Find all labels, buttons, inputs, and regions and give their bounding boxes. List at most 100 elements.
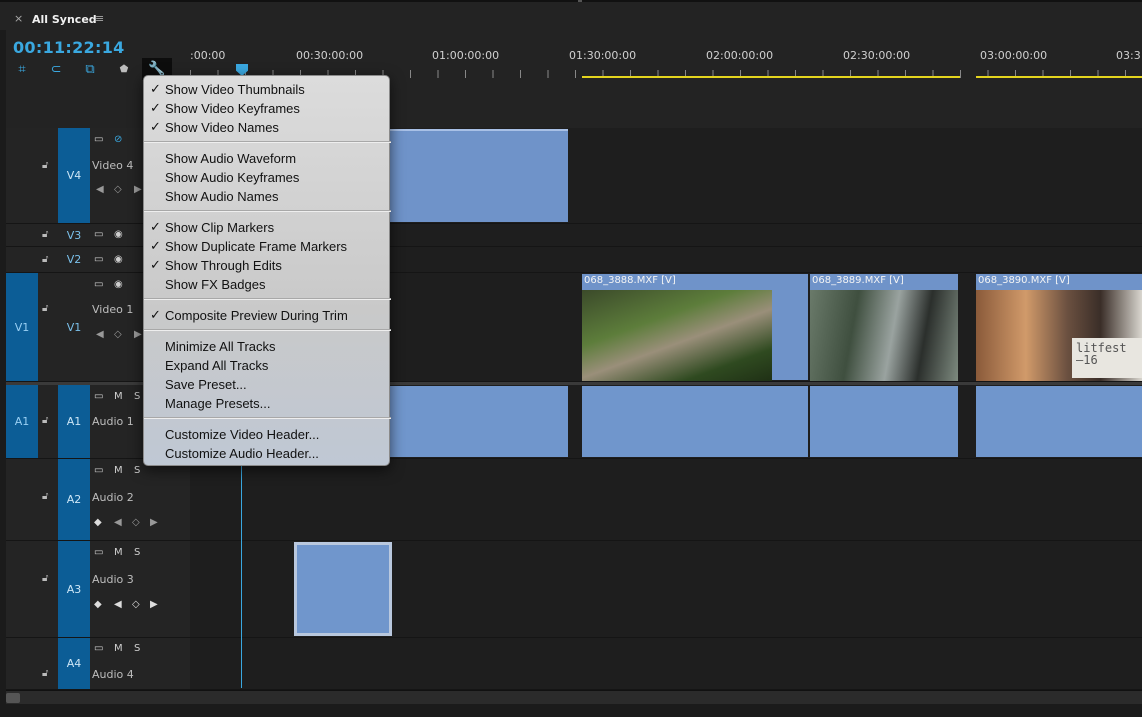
eye-icon[interactable]: ◉ [114, 229, 123, 240]
add-keyframe-icon[interactable]: ◇ [114, 329, 122, 340]
keyframe-toggle-icon[interactable]: ◆ [94, 517, 102, 528]
track-target-v4[interactable]: V4 [58, 128, 90, 223]
menu-item-show-audio-waveform[interactable]: Show Audio Waveform [144, 149, 391, 168]
lock-icon[interactable]: 🔓︎ [42, 303, 48, 314]
track-name: Video 4 [92, 159, 134, 172]
horizontal-scrollbar[interactable] [6, 690, 1142, 704]
playhead-timecode[interactable]: 00:11:22:14 [13, 38, 125, 57]
solo-button[interactable]: S [134, 547, 140, 558]
track-target-a3[interactable]: A3 [58, 541, 90, 637]
menu-item-show-video-thumbnails[interactable]: ✓ Show Video Thumbnails [144, 80, 391, 99]
menu-item-show-audio-keyframes[interactable]: Show Audio Keyframes [144, 168, 391, 187]
lock-icon[interactable]: 🔓︎ [42, 160, 48, 171]
mute-button[interactable]: M [114, 547, 123, 558]
add-keyframe-icon[interactable]: ◇ [132, 517, 140, 528]
track-lane-a3[interactable] [190, 541, 1142, 638]
clip[interactable]: 068_3889.MXF [V] [810, 274, 958, 381]
lock-icon[interactable]: 🔓︎ [42, 254, 48, 265]
linked-selection-icon[interactable]: ⧉ [82, 62, 98, 78]
add-marker-icon[interactable]: ⬟ [116, 62, 132, 78]
thumbnail-sign-text: litfest —16 [1072, 338, 1142, 378]
menu-item-show-audio-names[interactable]: Show Audio Names [144, 187, 391, 206]
eye-off-icon[interactable]: ⊘ [114, 134, 122, 145]
sync-lock-icon[interactable]: ▭ [94, 547, 103, 558]
sync-lock-icon[interactable]: ▭ [94, 391, 103, 402]
prev-keyframe-icon[interactable]: ◀ [114, 517, 122, 528]
scrollbar-thumb[interactable] [6, 693, 20, 703]
sync-lock-icon[interactable]: ▭ [94, 279, 103, 290]
menu-item-save-preset[interactable]: Save Preset... [144, 375, 391, 394]
menu-separator [144, 417, 391, 419]
menu-item-manage-presets[interactable]: Manage Presets... [144, 394, 391, 413]
checkmark-icon: ✓ [150, 100, 161, 115]
lock-icon[interactable]: 🔓︎ [42, 573, 48, 584]
clip[interactable] [388, 386, 568, 457]
prev-keyframe-icon[interactable]: ◀ [114, 599, 122, 610]
lock-icon[interactable]: 🔓︎ [42, 229, 48, 240]
sync-lock-icon[interactable]: ▭ [94, 254, 103, 265]
sync-lock-icon[interactable]: ▭ [94, 643, 103, 654]
lock-icon[interactable]: 🔓︎ [42, 491, 48, 502]
sync-lock-icon[interactable]: ▭ [94, 465, 103, 476]
solo-button[interactable]: S [134, 643, 140, 654]
track-lane-a4[interactable] [190, 638, 1142, 690]
prev-keyframe-icon[interactable]: ◀ [96, 184, 104, 195]
menu-item-minimize-all-tracks[interactable]: Minimize All Tracks [144, 337, 391, 356]
track-lane-a2[interactable] [190, 459, 1142, 541]
menu-item-show-clip-markers[interactable]: ✓ Show Clip Markers [144, 218, 391, 237]
menu-item-composite-preview-during-trim[interactable]: ✓ Composite Preview During Trim [144, 306, 391, 325]
sequence-tab-title[interactable]: All Synced [32, 13, 97, 26]
menu-item-customize-audio-header[interactable]: Customize Audio Header... [144, 444, 391, 463]
clip[interactable] [976, 386, 1142, 457]
lock-icon[interactable]: 🔓︎ [42, 415, 48, 426]
keyframe-toggle-icon[interactable]: ◆ [94, 599, 102, 610]
add-keyframe-icon[interactable]: ◇ [132, 599, 140, 610]
mute-button[interactable]: M [114, 391, 123, 402]
source-patch-v1[interactable]: V1 [6, 273, 38, 381]
ruler-label: 03:00:00:00 [980, 49, 1048, 62]
menu-item-show-video-names[interactable]: ✓ Show Video Names [144, 118, 391, 137]
track-target-v3[interactable]: V3 [58, 224, 90, 246]
snap-icon[interactable]: ⊂ [48, 62, 64, 78]
next-keyframe-icon[interactable]: ▶ [150, 517, 158, 528]
next-keyframe-icon[interactable]: ▶ [150, 599, 158, 610]
clip[interactable]: 068_3888.MXF [V] [582, 274, 808, 381]
menu-item-show-fx-badges[interactable]: Show FX Badges [144, 275, 391, 294]
nest-toggle-icon[interactable]: ⌗ [14, 62, 30, 78]
clip[interactable] [388, 129, 568, 222]
clip[interactable]: 068_3890.MXF [V] litfest —16 [976, 274, 1142, 381]
checkmark-icon: ✓ [150, 81, 161, 96]
eye-icon[interactable]: ◉ [114, 279, 123, 290]
prev-keyframe-icon[interactable]: ◀ [96, 329, 104, 340]
mute-button[interactable]: M [114, 643, 123, 654]
sync-lock-icon[interactable]: ▭ [94, 229, 103, 240]
menu-item-show-duplicate-frame-markers[interactable]: ✓ Show Duplicate Frame Markers [144, 237, 391, 256]
solo-button[interactable]: S [134, 391, 140, 402]
track-header-a4: 🔓︎ A4 ▭ M S Audio 4 [6, 638, 190, 690]
track-target-a2[interactable]: A2 [58, 459, 90, 540]
panel-menu-icon[interactable]: ≡ [95, 12, 104, 25]
close-tab-icon[interactable]: × [14, 12, 23, 25]
next-keyframe-icon[interactable]: ▶ [134, 329, 142, 340]
divider [578, 0, 582, 2]
track-target-a1[interactable]: A1 [58, 385, 90, 458]
mute-button[interactable]: M [114, 465, 123, 476]
clip[interactable] [294, 542, 392, 636]
source-patch-a1[interactable]: A1 [6, 385, 38, 458]
add-keyframe-icon[interactable]: ◇ [114, 184, 122, 195]
menu-item-expand-all-tracks[interactable]: Expand All Tracks [144, 356, 391, 375]
menu-item-customize-video-header[interactable]: Customize Video Header... [144, 425, 391, 444]
lock-icon[interactable]: 🔓︎ [42, 668, 48, 679]
clip[interactable] [582, 386, 808, 457]
menu-item-show-through-edits[interactable]: ✓ Show Through Edits [144, 256, 391, 275]
track-target-v1[interactable]: V1 [58, 273, 90, 381]
next-keyframe-icon[interactable]: ▶ [134, 184, 142, 195]
ruler-label: 01:00:00:00 [432, 49, 500, 62]
sync-lock-icon[interactable]: ▭ [94, 134, 103, 145]
track-target-a4[interactable]: A4 [58, 638, 90, 689]
clip[interactable] [810, 386, 958, 457]
menu-item-show-video-keyframes[interactable]: ✓ Show Video Keyframes [144, 99, 391, 118]
solo-button[interactable]: S [134, 465, 140, 476]
eye-icon[interactable]: ◉ [114, 254, 123, 265]
track-target-v2[interactable]: V2 [58, 247, 90, 272]
